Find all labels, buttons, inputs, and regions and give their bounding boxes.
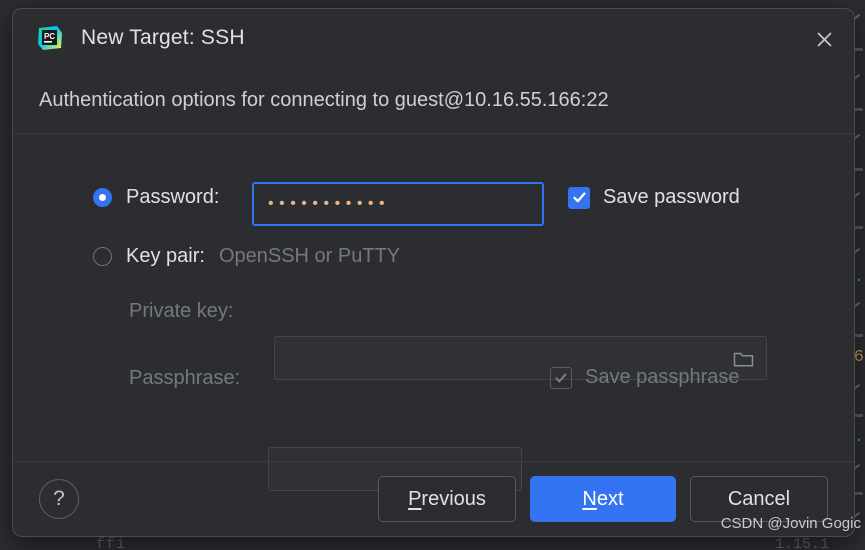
save-passphrase-row[interactable]: Save passphrase (550, 366, 740, 389)
save-password-row[interactable]: Save password (568, 186, 740, 209)
dialog-subtitle-band: Authentication options for connecting to… (13, 67, 854, 134)
save-password-label: Save password (603, 186, 740, 208)
dialog-subtitle: Authentication options for connecting to… (39, 88, 609, 111)
password-input[interactable]: ••••••••••• (252, 182, 544, 226)
keypair-hint: OpenSSH or PuTTY (218, 245, 401, 267)
password-masked-value: ••••••••••• (268, 195, 391, 212)
close-icon[interactable] (808, 23, 840, 55)
screen: 1. 6 1. ffi 1.15.1 (0, 0, 865, 550)
save-passphrase-label: Save passphrase (585, 366, 740, 388)
private-key-label: Private key: (129, 300, 234, 322)
password-radio[interactable] (93, 188, 112, 207)
save-passphrase-checkbox[interactable] (550, 366, 572, 389)
password-label: Password: (126, 186, 220, 208)
private-key-row: Private key: (129, 300, 233, 323)
svg-text:PC: PC (44, 32, 55, 41)
keypair-radio[interactable] (93, 247, 112, 266)
next-mnemonic: N (582, 487, 597, 510)
save-password-checkbox[interactable] (568, 186, 590, 209)
dialog-titlebar: PC New Target: SSH (13, 9, 854, 67)
next-button[interactable]: Next (530, 476, 676, 522)
background-bottom-left-text: ffi (96, 536, 127, 550)
background-bottom-right-text: 1.15.1 (774, 536, 829, 550)
help-button-label: ? (53, 487, 65, 510)
new-target-ssh-dialog: PC New Target: SSH Authentication option… (12, 8, 855, 537)
pycharm-icon: PC (37, 25, 63, 51)
help-button[interactable]: ? (39, 479, 79, 519)
keypair-label: Key pair: (126, 245, 205, 267)
password-row: Password: (93, 186, 219, 209)
dialog-body: Password: ••••••••••• Save password Key … (13, 134, 854, 491)
cancel-button-label: Cancel (727, 487, 791, 510)
previous-mnemonic: P (408, 487, 422, 510)
previous-rest: revious (421, 487, 486, 510)
passphrase-row: Passphrase: (129, 367, 240, 390)
keypair-row[interactable]: Key pair: OpenSSH or PuTTY (93, 245, 400, 268)
passphrase-label: Passphrase: (129, 367, 241, 389)
next-rest: ext (596, 487, 624, 510)
watermark: CSDN @Jovin Gogic (720, 515, 861, 532)
dialog-title: New Target: SSH (81, 26, 245, 49)
previous-button[interactable]: Previous (378, 476, 516, 522)
